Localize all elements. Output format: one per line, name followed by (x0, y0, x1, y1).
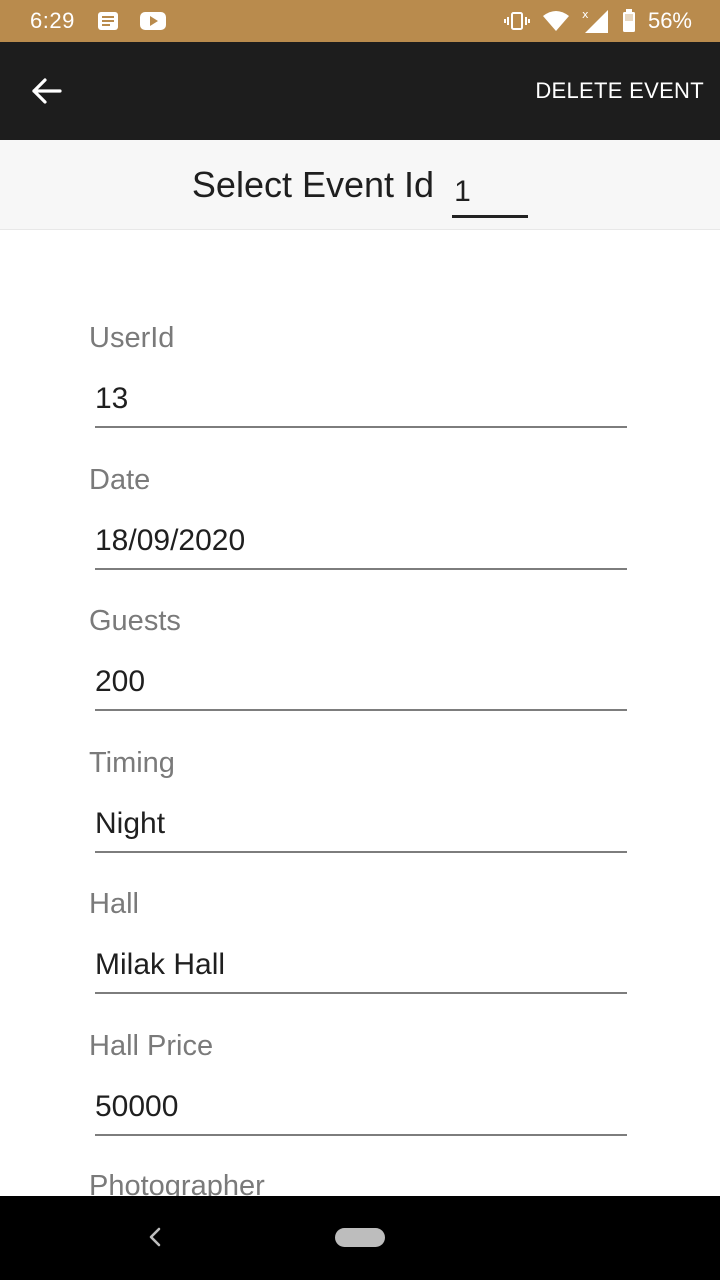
event-id-input-wrap (452, 164, 529, 218)
system-nav-bar (0, 1196, 720, 1280)
field-underline (95, 378, 627, 428)
field-label: Photographer (89, 1170, 265, 1196)
field-timing: Timing (0, 747, 720, 889)
field-hall-price: Hall Price (0, 1030, 720, 1172)
field-underline (95, 803, 627, 853)
battery-percent: 56% (647, 8, 692, 33)
delete-event-button[interactable]: DELETE EVENT (533, 72, 706, 110)
svg-text:x: x (582, 8, 589, 21)
hall-price-field[interactable] (95, 1086, 627, 1134)
field-label: Timing (89, 747, 175, 779)
field-hall: Hall (0, 888, 720, 1030)
status-bar: 6:29 x 56% (0, 0, 720, 42)
youtube-icon (139, 11, 167, 31)
field-label: Hall (89, 888, 139, 920)
field-underline (95, 661, 627, 711)
event-id-selector: Select Event Id (0, 140, 720, 230)
vibrate-icon (503, 11, 530, 31)
status-time: 6:29 (30, 8, 75, 33)
field-label: Guests (89, 605, 181, 637)
app-bar: DELETE EVENT (0, 42, 720, 140)
field-label: UserId (89, 322, 175, 354)
timing-field[interactable] (95, 803, 627, 851)
signal-icon: x (582, 8, 610, 34)
wifi-icon (542, 10, 570, 32)
nav-home-button[interactable] (335, 1228, 385, 1247)
status-right: x 56% (503, 8, 692, 34)
field-underline (95, 944, 627, 994)
nav-back-icon[interactable] (146, 1225, 164, 1254)
field-underline (95, 520, 627, 570)
messages-icon (97, 11, 119, 31)
battery-icon (622, 9, 636, 33)
field-photographer: Photographer (0, 1170, 720, 1196)
event-form: UserId Date Guests Timing Hall Hall Pric… (0, 230, 720, 1196)
status-left: 6:29 (30, 8, 167, 34)
field-label: Date (89, 464, 151, 496)
event-id-input[interactable] (452, 174, 529, 209)
field-underline (95, 1086, 627, 1136)
userid-field[interactable] (95, 378, 627, 426)
field-guests: Guests (0, 605, 720, 747)
guests-field[interactable] (95, 661, 627, 709)
arrow-back-icon[interactable] (30, 77, 62, 105)
hall-field[interactable] (95, 944, 627, 992)
field-date: Date (0, 464, 720, 606)
event-id-label: Select Event Id (191, 163, 435, 205)
date-field[interactable] (95, 520, 627, 568)
field-label: Hall Price (89, 1030, 214, 1062)
field-userid: UserId (0, 322, 720, 464)
